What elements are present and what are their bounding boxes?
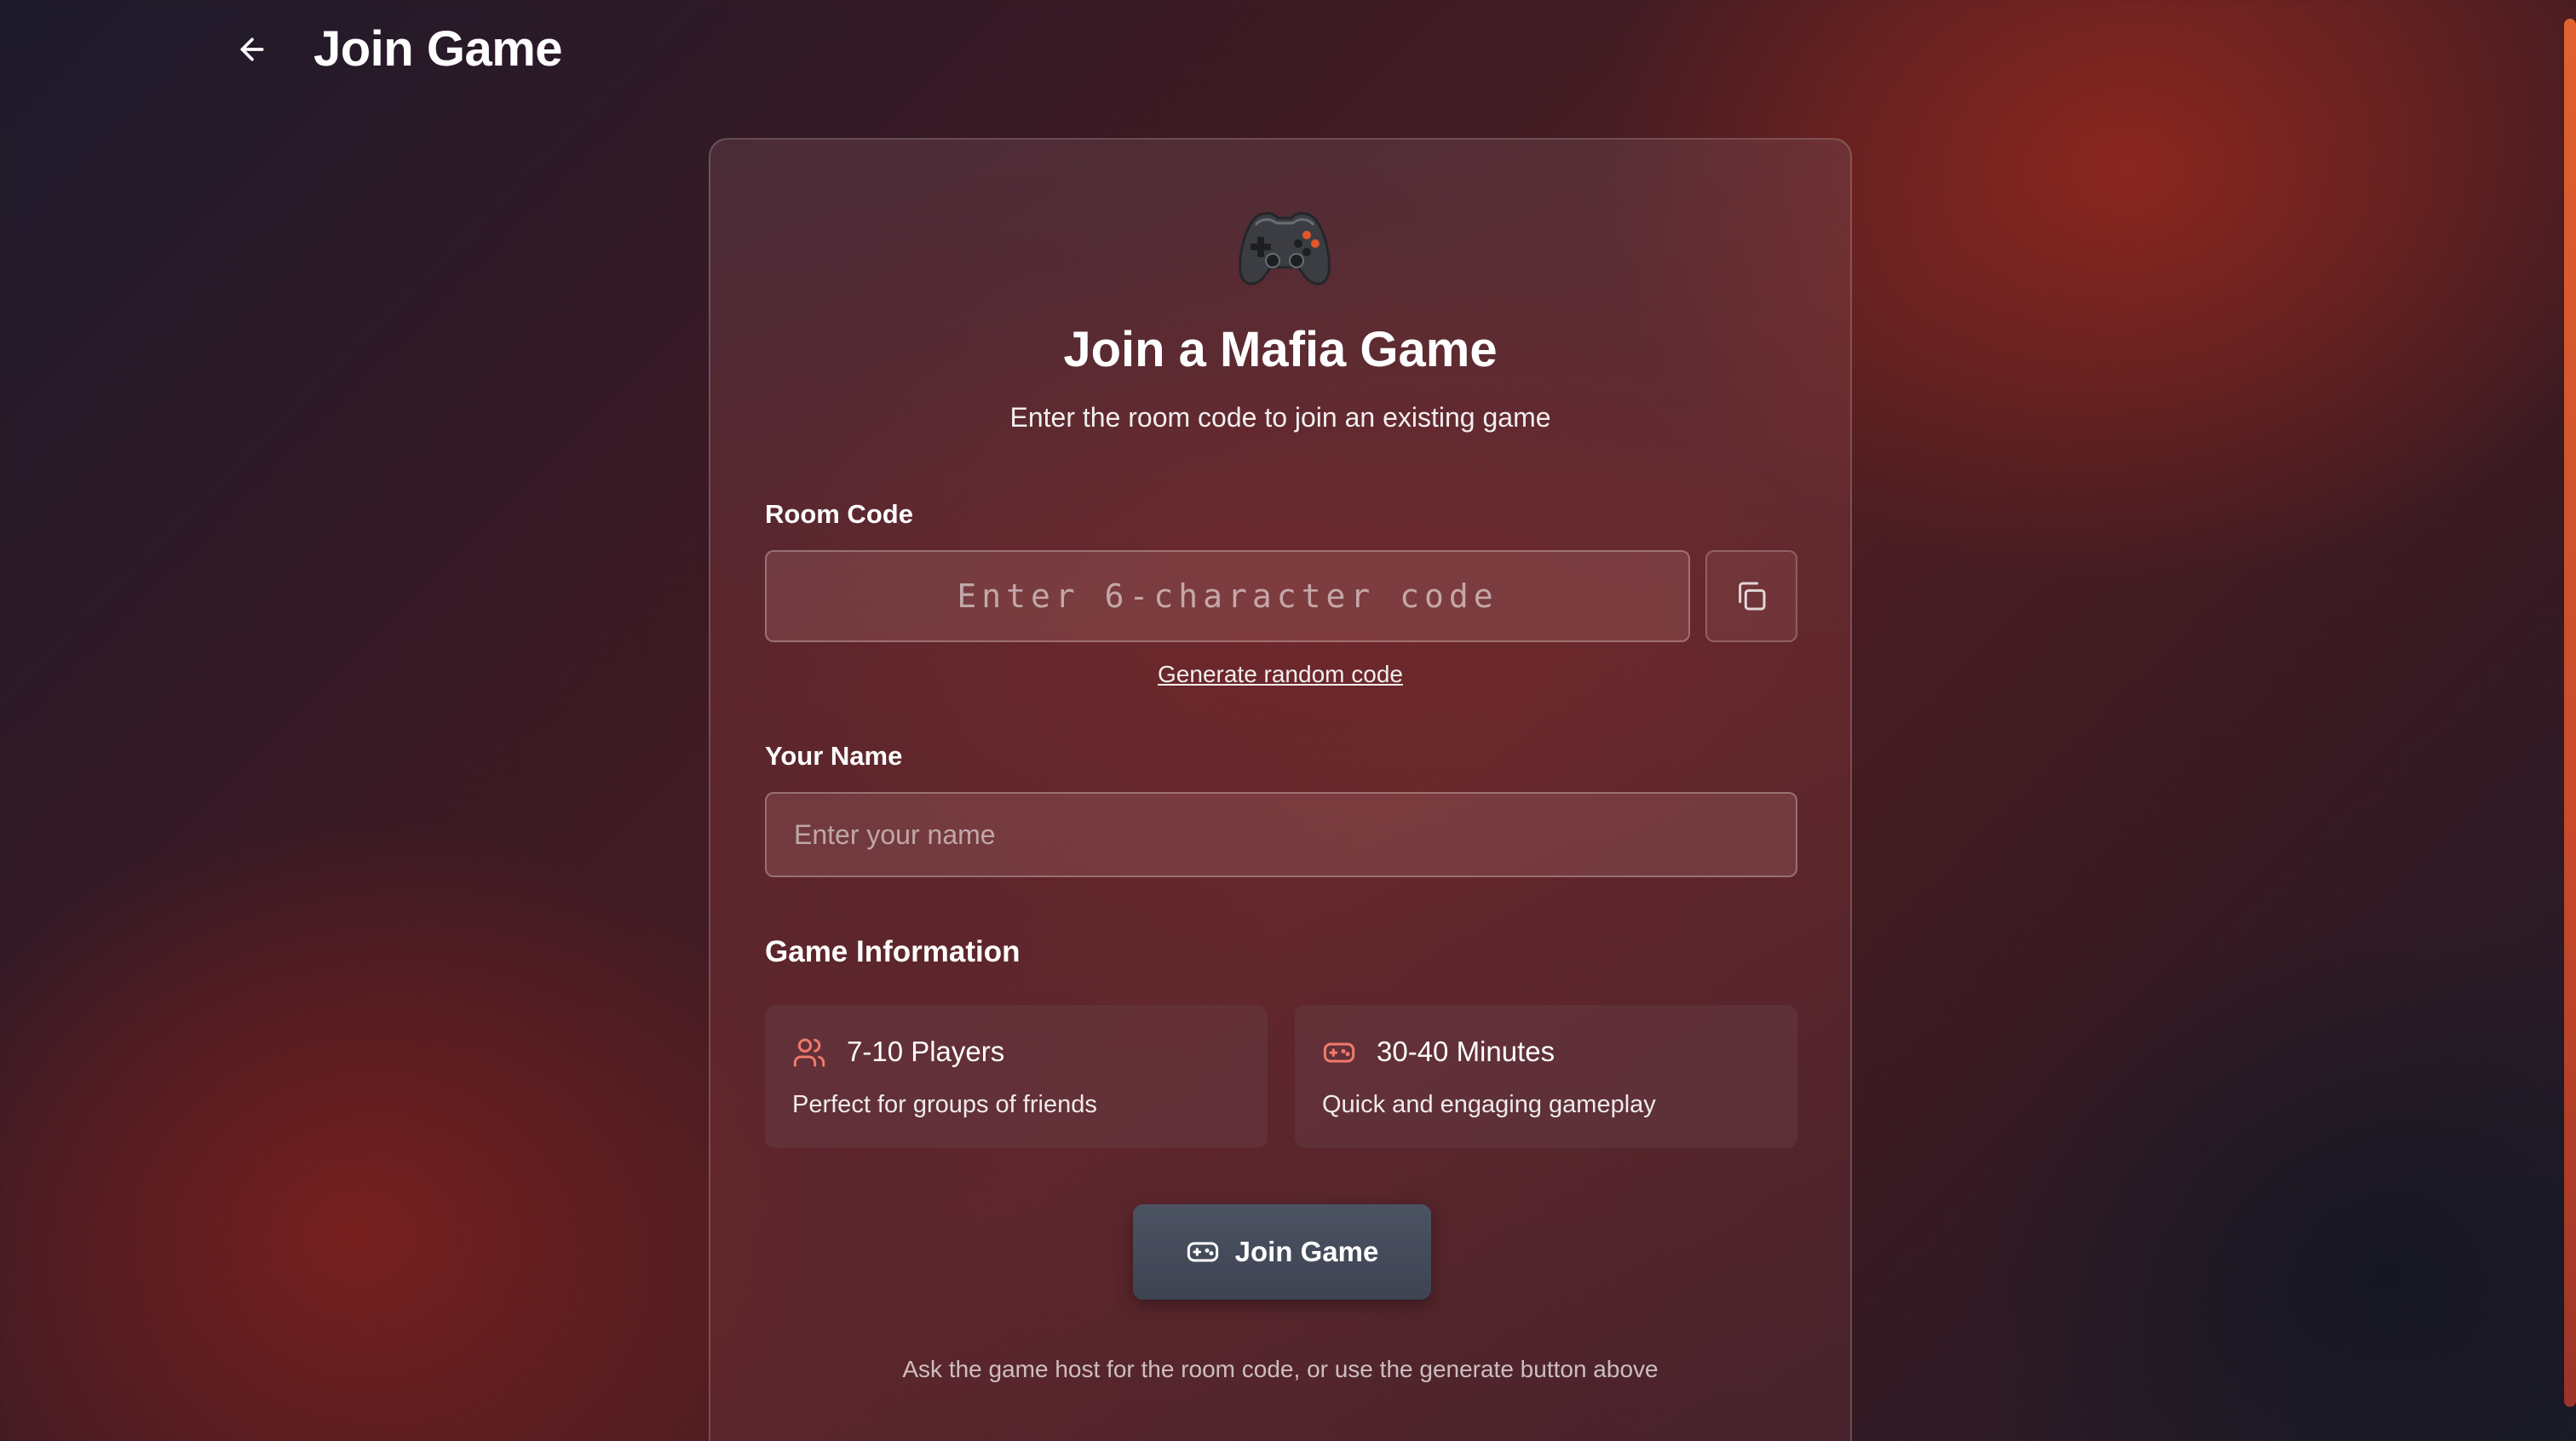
gamepad-icon (1323, 1042, 1355, 1063)
info-title: 7-10 Players (847, 1036, 1005, 1067)
info-card-players: 7-10 Players Perfect for groups of frien… (765, 1005, 1268, 1148)
join-game-button[interactable]: Join Game (1133, 1204, 1431, 1300)
card-subtitle: Enter the room code to join an existing … (1009, 402, 1551, 433)
room-code-label: Room Code (765, 499, 913, 529)
your-name-label: Your Name (765, 741, 903, 771)
join-game-card: Join a Mafia Game Enter the room code to… (709, 138, 1852, 1441)
join-game-label: Join Game (1234, 1236, 1379, 1267)
scrollbar[interactable] (2562, 0, 2576, 1441)
game-controller-icon (1239, 212, 1331, 285)
users-icon (793, 1038, 825, 1067)
room-code-input[interactable] (765, 550, 1690, 642)
scrollbar-thumb[interactable] (2564, 19, 2576, 1407)
info-title: 30-40 Minutes (1377, 1036, 1555, 1067)
info-description: Quick and engaging gameplay (1322, 1091, 1656, 1118)
name-input[interactable] (765, 792, 1797, 877)
gamepad-icon (1187, 1242, 1218, 1262)
game-information-title: Game Information (765, 935, 1021, 968)
generate-random-code-link[interactable]: Generate random code (1158, 661, 1403, 687)
info-card-duration: 30-40 Minutes Quick and engaging gamepla… (1295, 1005, 1797, 1148)
copy-icon (1739, 582, 1766, 611)
copy-code-button[interactable] (1705, 550, 1797, 642)
card-title: Join a Mafia Game (1063, 322, 1498, 377)
info-description: Perfect for groups of friends (792, 1091, 1097, 1118)
arrow-left-icon (240, 37, 264, 61)
page-title: Join Game (313, 21, 563, 77)
back-button[interactable] (228, 26, 276, 73)
footer-hint: Ask the game host for the room code, or … (902, 1356, 1659, 1382)
